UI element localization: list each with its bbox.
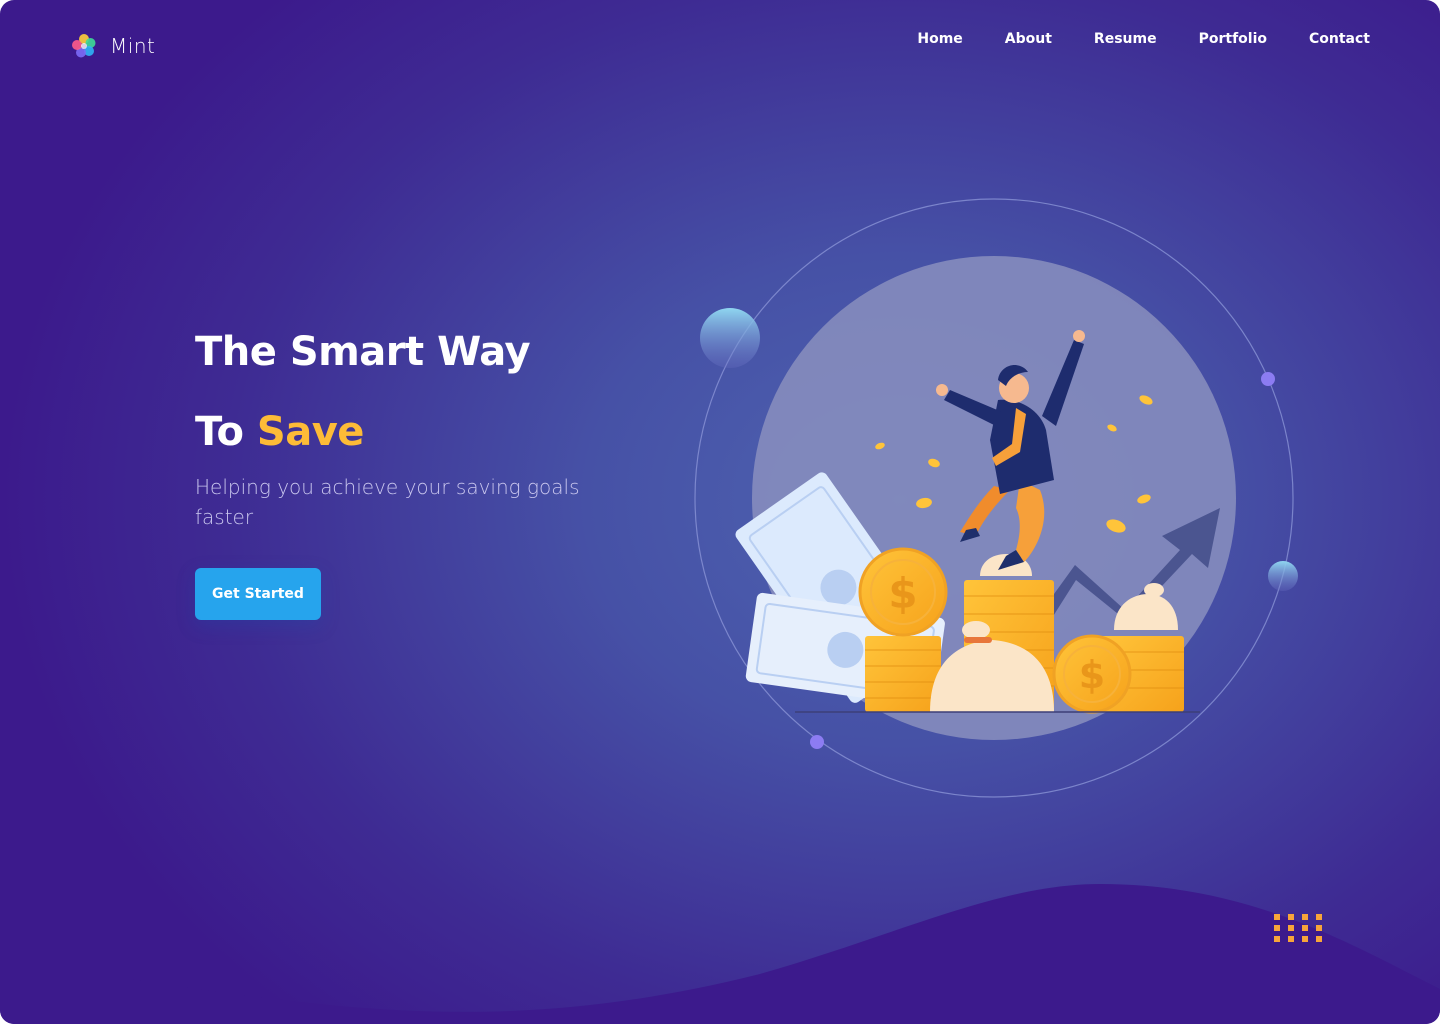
nav-contact[interactable]: Contact [1309,30,1370,48]
nav-about[interactable]: About [1005,30,1052,48]
main-navigation: Home About Resume Portfolio Contact [875,30,1370,48]
hero-title-line1: The Smart Way [195,329,531,375]
nav-resume[interactable]: Resume [1094,30,1157,48]
brand-logo[interactable]: Mint [70,32,155,60]
hero-title: The Smart Way To Save [195,312,531,472]
svg-text:$: $ [888,569,917,618]
landing-page: Mint Home About Resume Portfolio Contact… [0,0,1440,1024]
brand-name: Mint [110,34,156,58]
nav-portfolio[interactable]: Portfolio [1199,30,1267,48]
flower-logo-icon [72,34,96,58]
hero-title-prefix: To [195,409,244,455]
jumping-man-with-money-illustration: $ $ [694,198,1298,798]
dot-grid-icon [1274,914,1322,942]
hero-subtitle: Helping you achieve your saving goals fa… [195,475,580,529]
bottom-wave-shape [0,884,1440,1024]
nav-home[interactable]: Home [917,30,962,48]
hero-title-accent: Save [256,409,365,455]
svg-text:$: $ [1079,653,1105,697]
get-started-button[interactable]: Get Started [195,568,321,620]
